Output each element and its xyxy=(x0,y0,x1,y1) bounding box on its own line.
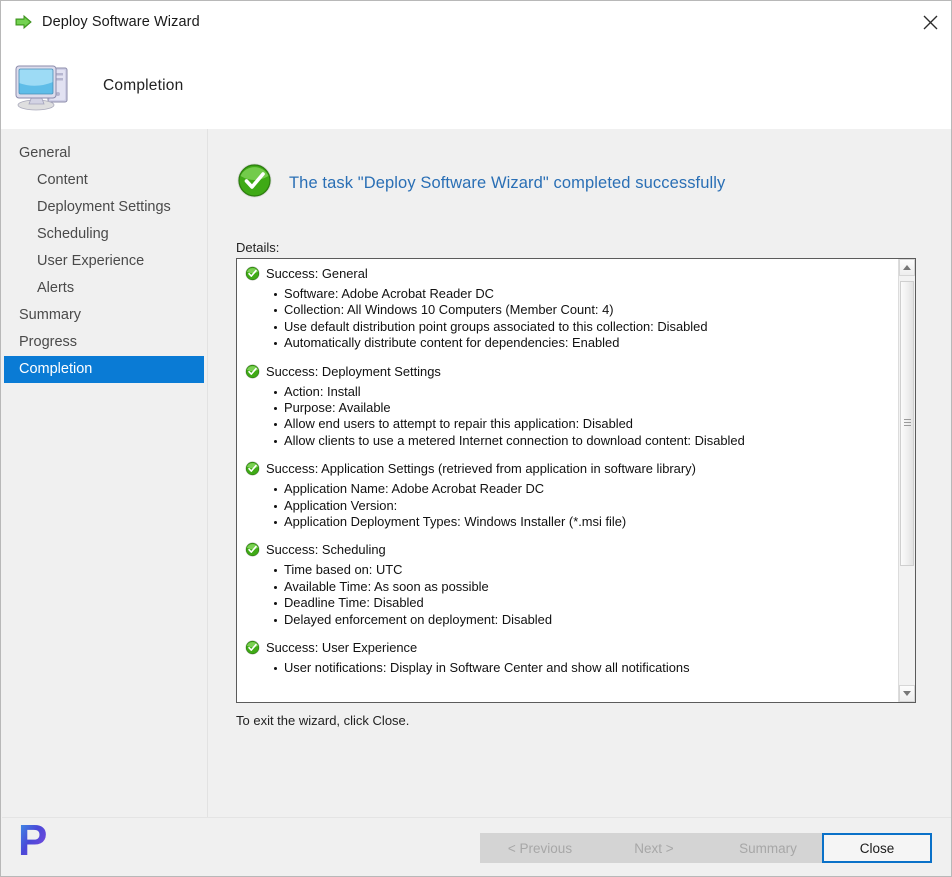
detail-bullet: Allow clients to use a metered Internet … xyxy=(273,433,898,449)
detail-bullet: Application Version: xyxy=(273,498,898,514)
detail-bullet: User notifications: Display in Software … xyxy=(273,660,898,676)
completion-content: The task "Deploy Software Wizard" comple… xyxy=(209,129,951,817)
next-button[interactable]: Next > xyxy=(594,833,714,863)
sidebar-item-alerts[interactable]: Alerts xyxy=(2,275,207,302)
brand-logo: P xyxy=(17,816,61,865)
exit-instruction: To exit the wizard, click Close. xyxy=(236,713,410,728)
sidebar-item-general[interactable]: General xyxy=(2,140,207,167)
close-button[interactable]: Close xyxy=(822,833,932,863)
success-check-icon xyxy=(245,266,260,285)
detail-group: Success: General Software: Adobe Acrobat … xyxy=(245,266,898,352)
summary-button[interactable]: Summary xyxy=(708,833,828,863)
title-bar: Deploy Software Wizard xyxy=(1,1,951,43)
scrollbar-thumb[interactable] xyxy=(900,281,914,566)
detail-bullet: Automatically distribute content for dep… xyxy=(273,335,898,351)
details-scroll-content: Success: General Software: Adobe Acrobat … xyxy=(237,259,898,702)
detail-bullet-list: Application Name: Adobe Acrobat Reader D… xyxy=(245,481,898,530)
detail-bullet: Software: Adobe Acrobat Reader DC xyxy=(273,286,898,302)
deploy-software-wizard-window: Deploy Software Wizard Completion Genera… xyxy=(0,0,952,877)
detail-group-heading: Success: Scheduling xyxy=(245,542,898,561)
detail-bullet: Time based on: UTC xyxy=(273,562,898,578)
detail-bullet-list: Software: Adobe Acrobat Reader DC Collect… xyxy=(245,286,898,352)
details-scrollbar[interactable] xyxy=(898,259,915,702)
sidebar-item-user-experience[interactable]: User Experience xyxy=(2,248,207,275)
details-listbox[interactable]: Success: General Software: Adobe Acrobat … xyxy=(236,258,916,703)
detail-group-title: Success: User Experience xyxy=(266,640,418,656)
sidebar-item-completion[interactable]: Completion xyxy=(4,356,204,383)
sidebar-item-deployment-settings[interactable]: Deployment Settings xyxy=(2,194,207,221)
previous-button[interactable]: < Previous xyxy=(480,833,600,863)
sidebar-item-scheduling[interactable]: Scheduling xyxy=(2,221,207,248)
sidebar-item-progress[interactable]: Progress xyxy=(2,329,207,356)
detail-group: Success: Application Settings (retrieved… xyxy=(245,461,898,530)
detail-bullet-list: Time based on: UTC Available Time: As soo… xyxy=(245,562,898,628)
detail-bullet-list: Action: Install Purpose: Available Allow e… xyxy=(245,384,898,450)
detail-bullet: Collection: All Windows 10 Computers (Me… xyxy=(273,302,898,318)
detail-bullet: Application Deployment Types: Windows In… xyxy=(273,514,898,530)
detail-bullet-list: User notifications: Display in Software … xyxy=(245,660,898,676)
success-check-icon xyxy=(245,364,260,383)
detail-group-heading: Success: Deployment Settings xyxy=(245,364,898,383)
detail-bullet: Action: Install xyxy=(273,384,898,400)
page-title: Completion xyxy=(103,77,184,94)
detail-group: Success: User Experience User notificatio… xyxy=(245,640,898,676)
detail-group-title: Success: Deployment Settings xyxy=(266,363,441,379)
scrollbar-grip-icon xyxy=(904,418,911,429)
detail-group-title: Success: General xyxy=(266,266,368,281)
success-check-icon xyxy=(245,461,260,480)
detail-group-heading: Success: User Experience xyxy=(245,640,898,659)
detail-group: Success: Scheduling Time based on: UTC Ava… xyxy=(245,542,898,628)
detail-bullet: Available Time: As soon as possible xyxy=(273,579,898,595)
computer-icon xyxy=(13,57,75,115)
success-check-icon xyxy=(236,162,273,204)
detail-group: Success: Deployment Settings Action: Inst… xyxy=(245,364,898,450)
success-banner: The task "Deploy Software Wizard" comple… xyxy=(236,162,725,204)
window-title: Deploy Software Wizard xyxy=(42,14,200,30)
close-icon[interactable] xyxy=(907,1,951,43)
green-arrow-icon xyxy=(15,13,33,31)
wizard-body: General Content Deployment Settings Schedul… xyxy=(2,129,951,817)
success-check-icon xyxy=(245,640,260,659)
wizard-footer: < Previous Next > Summary Close xyxy=(2,817,951,876)
detail-group-heading: Success: General xyxy=(245,266,898,285)
detail-bullet: Purpose: Available xyxy=(273,400,898,416)
detail-bullet: Deadline Time: Disabled xyxy=(273,595,898,611)
sidebar-item-content[interactable]: Content xyxy=(2,167,207,194)
detail-group-title: Success: Scheduling xyxy=(266,542,386,558)
wizard-step-nav: General Content Deployment Settings Schedul… xyxy=(2,129,208,817)
detail-group-title: Success: Application Settings (retrieved… xyxy=(266,461,696,477)
page-header: Completion xyxy=(1,43,951,129)
sidebar-item-summary[interactable]: Summary xyxy=(2,302,207,329)
detail-bullet: Application Name: Adobe Acrobat Reader D… xyxy=(273,481,898,497)
success-check-icon xyxy=(245,542,260,561)
banner-message: The task "Deploy Software Wizard" comple… xyxy=(289,173,726,192)
details-label: Details: xyxy=(236,240,280,255)
detail-bullet: Allow end users to attempt to repair thi… xyxy=(273,416,898,432)
scroll-down-arrow-icon[interactable] xyxy=(899,685,915,702)
scroll-up-arrow-icon[interactable] xyxy=(899,259,915,276)
detail-bullet: Delayed enforcement on deployment: Disab… xyxy=(273,612,898,628)
detail-bullet: Use default distribution point groups as… xyxy=(273,319,898,335)
svg-text:P: P xyxy=(18,816,47,862)
detail-group-heading: Success: Application Settings (retrieved… xyxy=(245,461,898,480)
